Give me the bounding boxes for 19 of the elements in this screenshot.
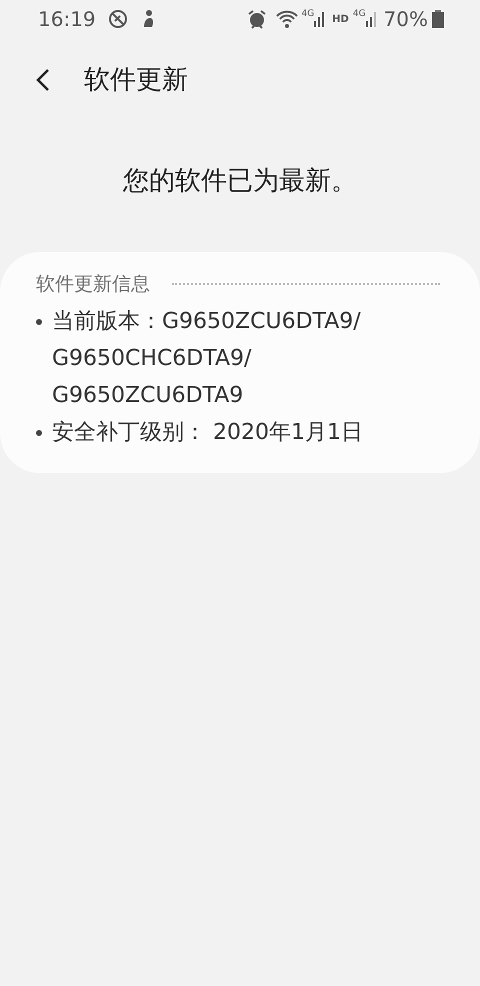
signal-icon	[366, 9, 378, 29]
info-text: 安全补丁级别： 2020年1月1日	[52, 418, 363, 446]
battery-percent: 70%	[384, 6, 428, 33]
status-time: 16:19	[38, 6, 96, 33]
bullet-icon	[36, 430, 42, 436]
info-text: 当前版本：G9650ZCU6DTA9/ G9650CHC6DTA9/ G9650ZCU6DTA9	[52, 308, 361, 410]
signal-icon	[314, 9, 326, 29]
alarm-icon	[247, 9, 268, 29]
bullet-icon	[36, 318, 42, 324]
card-title: 软件更新信息	[36, 272, 150, 297]
battery-icon	[432, 9, 444, 29]
network-label: 4G	[301, 8, 314, 21]
network-label: 4G	[352, 8, 366, 21]
page-title: 软件更新	[84, 64, 188, 96]
blocked-icon	[108, 9, 128, 29]
wifi-icon	[275, 9, 300, 29]
status-message: 您的软件已为最新。	[123, 165, 357, 198]
back-icon	[36, 68, 50, 92]
network-label: HD	[332, 12, 349, 26]
